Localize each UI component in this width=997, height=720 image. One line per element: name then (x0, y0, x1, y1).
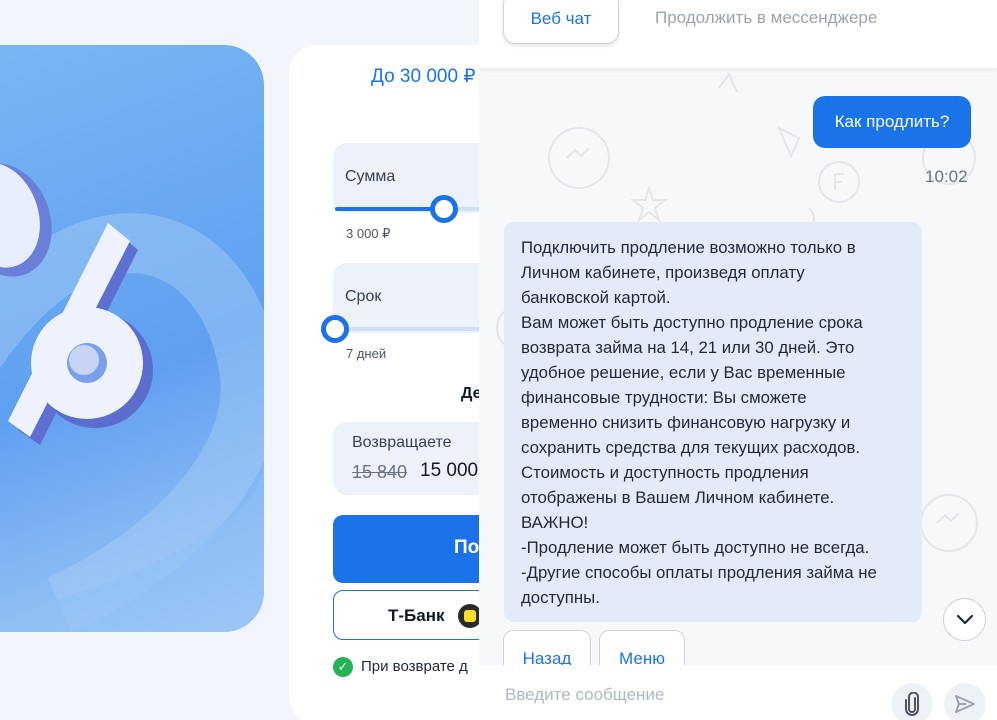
paperclip-icon (905, 692, 919, 716)
check-icon: ✓ (333, 657, 353, 677)
return-note-text: При возврате д (361, 657, 468, 675)
bot-message-line: ВАЖНО! (521, 513, 589, 532)
amount-max-label: До 30 000 ₽ (371, 66, 476, 87)
bot-message-line: возврата займа на 14, 21 или 30 дней. Эт… (521, 338, 855, 357)
message-input[interactable] (505, 685, 855, 705)
return-new-price: 15 000 (420, 460, 479, 481)
tab-messenger[interactable]: Продолжить в мессенджере (655, 8, 877, 28)
scroll-down-button[interactable] (943, 598, 986, 641)
bot-message-line: -Другие способы оплаты продления займа н… (521, 563, 877, 582)
bot-message-line: банковской картой. (521, 288, 671, 307)
return-note: ✓ При возврате д (333, 657, 468, 677)
message-composer (479, 665, 997, 720)
bot-message-line: Вам может быть доступно продление срока (521, 313, 863, 332)
bot-message-line: Подключить продление возможно только в (521, 238, 856, 257)
amount-slider-handle[interactable] (429, 195, 458, 223)
percent-illustration (0, 162, 264, 632)
tbank-button-label: Т-Банк (388, 606, 445, 625)
amount-slider-fill (335, 207, 444, 211)
attach-button[interactable] (891, 683, 933, 720)
chat-header: Веб чат Продолжить в мессенджере (479, 0, 997, 68)
chat-widget: Веб чат Продолжить в мессенджере Как про… (479, 0, 997, 720)
bot-message-line: удобное решение, если у Вас временные (521, 363, 846, 382)
bot-message-bubble: Подключить продление возможно только в Ли… (504, 222, 922, 622)
send-icon (955, 695, 975, 713)
bot-message-line: доступны. (521, 588, 600, 607)
amount-label: Сумма (345, 168, 396, 185)
bot-message-line: временно снизить финансовую нагрузку и (521, 413, 851, 432)
chevron-down-icon (956, 614, 974, 625)
term-slider-handle[interactable] (321, 315, 349, 343)
tab-webchat[interactable]: Веб чат (503, 0, 619, 44)
return-label: Возвращаете (352, 434, 452, 451)
message-timestamp: 10:02 (925, 167, 968, 186)
term-min-label: 7 дней (346, 346, 387, 361)
user-message-bubble: Как продлить? (813, 96, 971, 148)
bot-message-line: сохранить средства для текущих расходов. (521, 438, 861, 457)
term-label: Срок (345, 288, 382, 305)
amount-min-label: 3 000 ₽ (346, 226, 391, 241)
bot-message-line: Стоимость и доступность продления (521, 463, 809, 482)
send-button[interactable] (944, 683, 986, 720)
bot-message-line: отображены в Вашем Личном кабинете. (521, 488, 835, 507)
bot-message-line: финансовые трудности: Вы сможете (521, 388, 807, 407)
bot-message-line: -Продление может быть доступно не всегда… (521, 538, 870, 557)
bot-message-line: Личном кабинете, произведя оплату (521, 263, 805, 282)
return-old-price: 15 840 (352, 462, 408, 482)
hero-illustration (0, 45, 264, 632)
